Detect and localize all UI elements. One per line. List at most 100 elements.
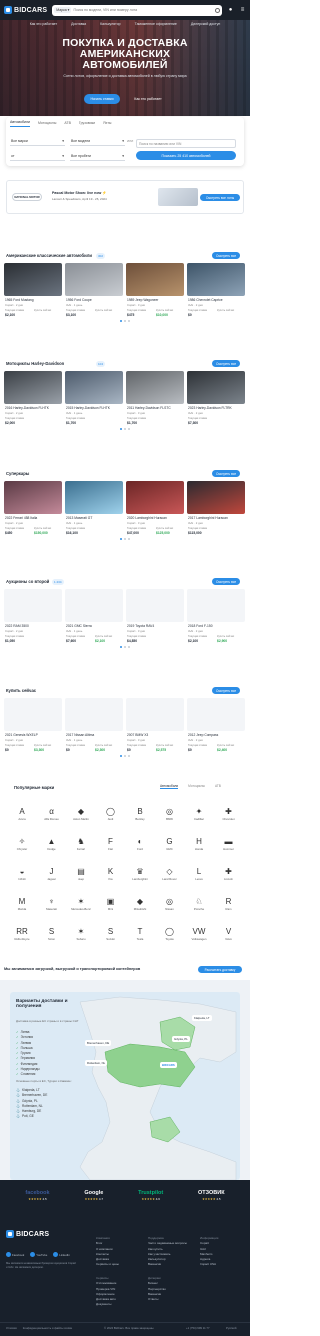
listing-name[interactable]: 2020 Lamborghini Huracan: [127, 516, 183, 520]
brand-item[interactable]: H Honda: [185, 836, 213, 857]
show-results-button[interactable]: Показать 25 410 автомобилей: [136, 151, 236, 160]
listing-name[interactable]: 2011 Harley-Davidson FLSTC: [127, 406, 183, 410]
listing-image[interactable]: [126, 589, 184, 622]
section-see-all-button[interactable]: Смотреть все: [212, 360, 241, 367]
tab-atv[interactable]: АТВ: [64, 120, 71, 127]
listing-card[interactable]: 2016 Harley-Davidson FLHTK Copart · 2 дня…: [4, 371, 62, 427]
listing-image[interactable]: [4, 263, 62, 296]
listing-image[interactable]: [4, 481, 62, 514]
listing-card[interactable]: 2022 RAM 3500 Copart · 2 дня Текущая ставк…: [4, 589, 62, 645]
search-icon[interactable]: [215, 7, 220, 13]
tab-brand-atv[interactable]: АТВ: [215, 784, 221, 789]
carousel-dot[interactable]: [120, 755, 122, 757]
footer-link[interactable]: Вакансии: [148, 1262, 187, 1267]
tab-brand-moto[interactable]: Мотоциклы: [188, 784, 205, 789]
brand-item[interactable]: ♛ Lamborghini: [126, 866, 154, 887]
hero-nav-item[interactable]: Таможенное оформление: [135, 22, 177, 26]
listing-card[interactable]: 2015 Harley-Davidson FLHTK IAAI · 1 день Т…: [65, 371, 123, 427]
brand-item[interactable]: S Suzuki: [97, 926, 125, 947]
listing-name[interactable]: 2016 Harley-Davidson FLHTK: [5, 406, 61, 410]
brand-item[interactable]: V Volvo: [215, 926, 243, 947]
brand-item[interactable]: ▬ Hummer: [215, 836, 243, 857]
listing-name[interactable]: 2015 Harley-Davidson FLHTK: [66, 406, 122, 410]
listing-image[interactable]: [126, 698, 184, 731]
brand-item[interactable]: S Scion: [38, 926, 66, 947]
listing-name[interactable]: 2017 Lamborghini Huracan: [188, 516, 244, 520]
menu-icon[interactable]: ≡: [239, 7, 246, 14]
tab-trucks[interactable]: Грузовики: [79, 120, 95, 127]
footer-link[interactable]: Сервисы и цены: [96, 1262, 119, 1267]
listing-card[interactable]: 1989 Jeep Wagoneer Copart · 3 дня Текущая …: [126, 263, 184, 319]
listing-image[interactable]: [65, 371, 123, 404]
section-see-all-button[interactable]: Смотреть все: [212, 578, 241, 585]
listing-name[interactable]: 2013 Maserati GT: [66, 516, 122, 520]
brand-item[interactable]: J Jaguar: [38, 866, 66, 887]
hero-nav-item[interactable]: Дилерский доступ: [191, 22, 220, 26]
listing-image[interactable]: [187, 263, 245, 296]
carousel-dot[interactable]: [124, 428, 126, 430]
listing-image[interactable]: [65, 263, 123, 296]
listing-name[interactable]: 2022 RAM 3500: [5, 624, 61, 628]
footer-link[interactable]: Ответы: [148, 1297, 166, 1302]
section-see-all-button[interactable]: Смотреть все: [212, 687, 241, 694]
brand-item[interactable]: ◎ Nissan: [156, 896, 184, 917]
carousel-dot[interactable]: [120, 538, 122, 540]
listing-image[interactable]: [126, 263, 184, 296]
listing-name[interactable]: 2017 Nissan Altima: [66, 733, 122, 737]
listing-card[interactable]: 2011 Harley-Davidson FLSTC Copart · 3 дня…: [126, 371, 184, 427]
listing-image[interactable]: [65, 698, 123, 731]
review-badge[interactable]: Trustpilot ★★★★★ 4.6: [138, 1190, 163, 1201]
carousel-dot[interactable]: [128, 538, 130, 540]
brand-item[interactable]: ♆ Maserati: [38, 896, 66, 917]
brand-item[interactable]: K Kia: [97, 866, 125, 887]
footer-logo[interactable]: BIDCARS: [6, 1230, 49, 1238]
make-select[interactable]: Все марки ▾: [10, 137, 65, 146]
calc-shipping-button[interactable]: Рассчитать доставку: [198, 966, 242, 973]
tab-boats[interactable]: Яхты: [103, 120, 111, 127]
brand-item[interactable]: ▤ Jeep: [67, 866, 95, 887]
listing-image[interactable]: [187, 371, 245, 404]
listing-card[interactable]: 2018 Ford F-150 IAAI · 2 дня Текущая ставк…: [187, 589, 245, 645]
listing-card[interactable]: 2021 GMC Sierra IAAI · 1 день Текущая став…: [65, 589, 123, 645]
carousel-dot[interactable]: [128, 428, 130, 430]
model-select[interactable]: Все модели ▾: [70, 137, 125, 146]
carousel-dot[interactable]: [120, 428, 122, 430]
listing-card[interactable]: 2017 Lamborghini Huracan IAAI · 2 дня Теку…: [187, 481, 245, 537]
brand-item[interactable]: ♞ Ferrari: [67, 836, 95, 857]
footer-link[interactable]: Часто задаваемые вопросы: [148, 1241, 187, 1246]
listing-card[interactable]: 2019 Toyota RAV4 Copart · 3 дня Текущая ст…: [126, 589, 184, 645]
social-link[interactable]: Facebook: [6, 1252, 24, 1257]
brand-item[interactable]: ✶ Subaru: [67, 926, 95, 947]
footer-phone[interactable]: +1 (754) 999 11 77: [186, 1326, 210, 1330]
listing-image[interactable]: [65, 481, 123, 514]
carousel-dot[interactable]: [120, 646, 122, 648]
brand-item[interactable]: RR Rolls-Royce: [8, 926, 36, 947]
brand-item[interactable]: A Acura: [8, 806, 36, 827]
brand-item[interactable]: ◒ Infiniti: [8, 866, 36, 887]
listing-image[interactable]: [4, 589, 62, 622]
brand-item[interactable]: ✧ Chrysler: [8, 836, 36, 857]
brand-item[interactable]: R Ram: [215, 896, 243, 917]
hero-nav-item[interactable]: Калькулятор: [100, 22, 121, 26]
listing-name[interactable]: 2012 Jeep Compass: [188, 733, 244, 737]
brand-item[interactable]: ◎ BMW: [156, 806, 184, 827]
search-input[interactable]: [73, 8, 213, 12]
brand-item[interactable]: ◇ Land Rover: [156, 866, 184, 887]
review-badge[interactable]: ОТЗОВИК ★★★★★ 4.5: [198, 1190, 225, 1201]
brand-item[interactable]: G GMC: [156, 836, 184, 857]
carousel-dot[interactable]: [128, 755, 130, 757]
year-select[interactable]: от ▾: [10, 152, 65, 161]
brand-item[interactable]: F Fiat: [97, 836, 125, 857]
hero-nav-item[interactable]: Как это работает: [30, 22, 57, 26]
carousel-dot[interactable]: [124, 538, 126, 540]
brand-item[interactable]: VW Volkswagen: [185, 926, 213, 947]
brand-item[interactable]: ♘ Porsche: [185, 896, 213, 917]
brand-item[interactable]: ✶ Mercedes-Benz: [67, 896, 95, 917]
brand-item[interactable]: L Lexus: [185, 866, 213, 887]
carousel-dot[interactable]: [120, 320, 122, 322]
brand-item[interactable]: ◆ Aston Martin: [67, 806, 95, 827]
banner-cta-button[interactable]: Смотреть все лоты: [200, 194, 240, 201]
listing-name[interactable]: 2021 Genesis WXELP: [5, 733, 61, 737]
brand-item[interactable]: ◐ Ford: [126, 836, 154, 857]
brand-item[interactable]: ✦ Cadillac: [185, 806, 213, 827]
